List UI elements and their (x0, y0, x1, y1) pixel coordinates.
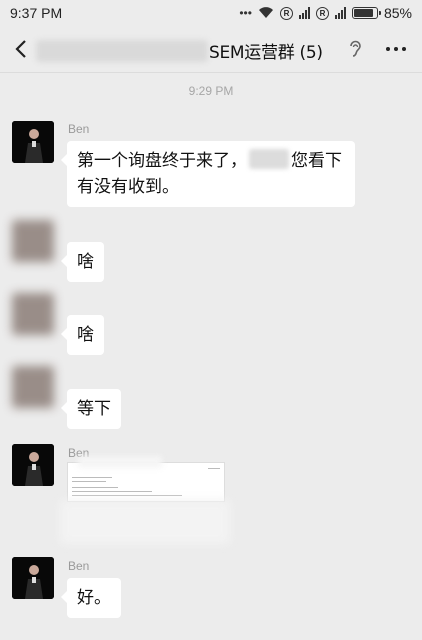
earpiece-icon[interactable] (344, 38, 366, 60)
status-bar: 9:37 PM ••• R R 85% (0, 0, 422, 26)
message-timestamp: 9:29 PM (188, 84, 234, 98)
message-bubble[interactable]: 第一个询盘终于来了， 您看下 有没有收到。 (61, 141, 355, 207)
signal-icon (334, 7, 346, 19)
message-bubble[interactable]: 啥 (61, 242, 104, 282)
avatar[interactable] (12, 293, 54, 335)
message-bubble[interactable]: 好。 (61, 578, 121, 618)
registered-icon: R (279, 6, 293, 20)
redacted-name (249, 149, 289, 169)
avatar[interactable] (12, 220, 54, 262)
status-time: 9:37 PM (10, 5, 63, 21)
registered-icon: R (315, 6, 329, 20)
image-message[interactable] (67, 462, 225, 502)
avatar[interactable] (12, 444, 54, 486)
header-divider (0, 72, 422, 73)
message-text: 您看下 (291, 151, 342, 171)
message-text: 第一个询盘终于来了， (77, 151, 247, 171)
avatar[interactable] (12, 121, 54, 163)
avatar[interactable] (12, 557, 54, 599)
message-bubble[interactable]: 等下 (61, 389, 121, 429)
avatar[interactable] (12, 366, 54, 408)
redacted-image-area (78, 456, 162, 468)
sender-name: Ben (68, 122, 90, 136)
message-text: 啥 (77, 252, 94, 272)
message-text: 啥 (77, 325, 94, 345)
battery-icon (351, 7, 381, 19)
message-text: 好。 (77, 588, 111, 608)
status-icons: ••• R R 85% (239, 5, 412, 21)
wifi-icon (258, 7, 273, 19)
chat-header: SEM运营群 (5) (0, 26, 422, 72)
message-bubble[interactable]: 啥 (61, 315, 104, 355)
message-text: 有没有收到。 (77, 177, 179, 197)
chevron-left-icon (15, 40, 26, 58)
signal-icon (298, 7, 310, 19)
redacted-image-area (60, 500, 230, 544)
dots-icon: ••• (239, 6, 252, 20)
battery-percent: 85% (383, 5, 412, 21)
redacted-group-name (36, 40, 208, 62)
sender-name: Ben (68, 559, 90, 573)
chat-title: SEM运营群 (5) (209, 43, 323, 63)
message-text: 等下 (77, 399, 111, 419)
more-options-button[interactable] (382, 38, 410, 60)
